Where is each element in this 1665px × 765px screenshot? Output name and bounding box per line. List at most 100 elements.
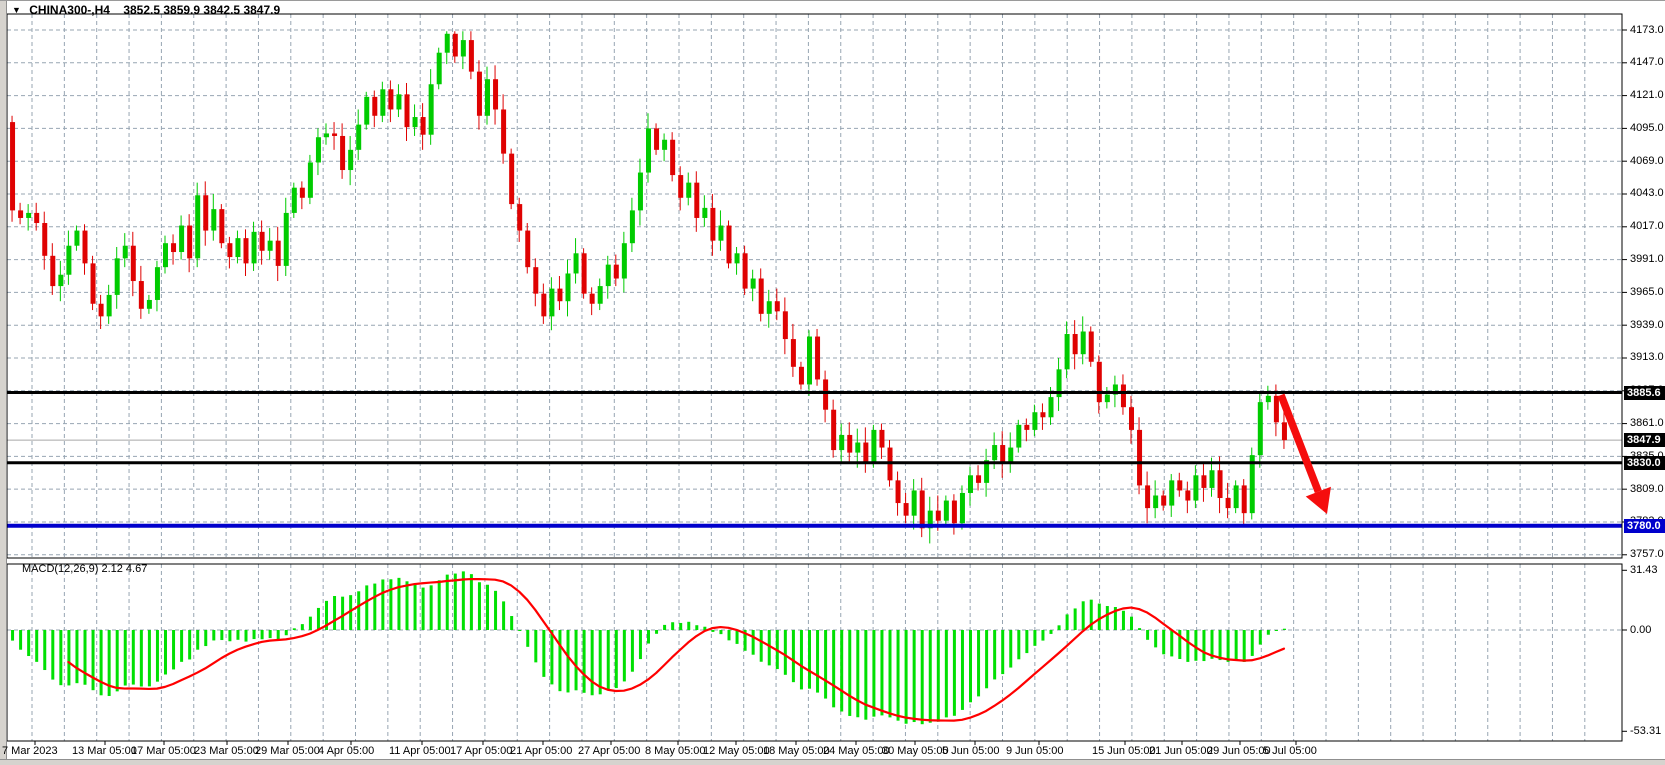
macd-histogram-bar bbox=[83, 630, 87, 685]
candle bbox=[1040, 412, 1046, 418]
macd-histogram-bar bbox=[1017, 630, 1021, 660]
candle bbox=[976, 475, 982, 483]
candle bbox=[742, 253, 748, 289]
candle bbox=[154, 267, 160, 300]
macd-histogram-bar bbox=[1154, 630, 1158, 648]
candle bbox=[903, 503, 909, 516]
macd-histogram-bar bbox=[1057, 625, 1061, 630]
candle bbox=[1225, 498, 1231, 509]
candle bbox=[348, 149, 354, 171]
macd-histogram-bar bbox=[1065, 614, 1069, 630]
candle bbox=[50, 255, 56, 287]
macd-histogram-bar bbox=[59, 630, 63, 686]
macd-histogram-bar bbox=[260, 630, 264, 640]
macd-histogram-bar bbox=[510, 616, 514, 630]
macd-histogram-bar bbox=[67, 630, 71, 686]
candle bbox=[1064, 334, 1070, 370]
candle bbox=[557, 288, 563, 302]
macd-histogram-bar bbox=[333, 596, 337, 630]
candle bbox=[525, 230, 531, 268]
price-tick-label: 3965.0 bbox=[1630, 285, 1664, 298]
macd-histogram-bar bbox=[11, 630, 15, 641]
macd-histogram-bar bbox=[75, 630, 79, 684]
candle bbox=[18, 210, 24, 218]
symbol-dropdown-icon[interactable]: ▼ bbox=[12, 5, 21, 15]
candle bbox=[1209, 470, 1215, 488]
macd-histogram-bar bbox=[1274, 630, 1278, 631]
candle bbox=[710, 207, 716, 241]
candle bbox=[509, 153, 515, 205]
macd-histogram-bar bbox=[172, 630, 176, 670]
price-tick-label: 3809.0 bbox=[1630, 482, 1664, 495]
macd-tick-label: 31.43 bbox=[1630, 563, 1658, 576]
macd-signal-line bbox=[67, 577, 1286, 722]
candle bbox=[90, 263, 96, 304]
macd-histogram-bar bbox=[365, 585, 369, 630]
candle bbox=[98, 303, 104, 317]
macd-histogram-bar bbox=[856, 630, 860, 718]
candle bbox=[1241, 485, 1247, 514]
candle bbox=[332, 133, 338, 136]
time-tick-label: 11 Apr 05:00 bbox=[389, 745, 451, 757]
time-tick-label: 5 Jul 05:00 bbox=[1263, 745, 1317, 757]
candle bbox=[364, 96, 370, 125]
macd-histogram-bar bbox=[896, 630, 900, 721]
macd-histogram-bar bbox=[131, 630, 135, 685]
candle bbox=[235, 238, 241, 258]
macd-histogram-bar bbox=[952, 630, 956, 716]
candle bbox=[485, 79, 490, 116]
candle bbox=[1273, 395, 1279, 423]
macd-histogram-bar bbox=[252, 630, 256, 640]
candle bbox=[541, 293, 547, 317]
macd-histogram-bar bbox=[494, 590, 498, 630]
candle bbox=[1193, 475, 1199, 501]
macd-histogram-bar bbox=[767, 630, 771, 666]
macd-histogram-bar bbox=[840, 630, 844, 712]
candle bbox=[428, 84, 434, 135]
chart-canvas[interactable] bbox=[0, 1, 1665, 765]
candle bbox=[501, 109, 507, 154]
macd-histogram-bar bbox=[1001, 630, 1005, 675]
candle bbox=[621, 243, 627, 279]
macd-histogram-bar bbox=[228, 630, 232, 642]
candle bbox=[629, 210, 635, 244]
candle bbox=[396, 94, 402, 110]
candle bbox=[1281, 422, 1287, 441]
macd-histogram-bar bbox=[904, 630, 908, 724]
price-tick-label: 4017.0 bbox=[1630, 220, 1664, 233]
candle bbox=[589, 293, 595, 304]
macd-histogram-bar bbox=[928, 630, 932, 723]
candle bbox=[58, 274, 64, 287]
macd-histogram-bar bbox=[437, 580, 441, 630]
macd-histogram-bar bbox=[799, 630, 803, 690]
time-tick-label: 29 Mar 05:00 bbox=[255, 745, 320, 757]
macd-histogram-bar bbox=[719, 630, 723, 635]
candle bbox=[267, 240, 273, 251]
macd-histogram-bar bbox=[1266, 630, 1270, 635]
macd-histogram-bar bbox=[550, 630, 554, 685]
macd-histogram-bar bbox=[180, 630, 184, 662]
candle bbox=[187, 225, 193, 259]
macd-histogram-bar bbox=[920, 630, 924, 725]
macd-histogram-bar bbox=[1121, 610, 1125, 630]
macd-histogram-bar bbox=[582, 630, 586, 693]
candle bbox=[1088, 331, 1094, 362]
candle bbox=[1233, 485, 1239, 509]
macd-histogram-bar bbox=[43, 630, 47, 671]
candle bbox=[1048, 397, 1054, 418]
candle bbox=[420, 117, 426, 135]
candle bbox=[493, 79, 499, 110]
macd-histogram-bar bbox=[598, 630, 602, 695]
macd-histogram-bar bbox=[212, 630, 216, 641]
candle bbox=[879, 429, 885, 448]
trading-chart-window: ▼ CHINA300-,H4 3852.5 3859.9 3842.5 3847… bbox=[0, 0, 1665, 765]
macd-histogram-bar bbox=[759, 630, 763, 662]
macd-histogram-bar bbox=[1170, 630, 1174, 657]
macd-histogram-bar bbox=[373, 583, 377, 630]
down-arrow-annotation-shaft[interactable] bbox=[1277, 393, 1322, 493]
candle bbox=[203, 195, 209, 231]
time-tick-label: 7 Mar 2023 bbox=[2, 745, 58, 757]
macd-histogram-bar bbox=[19, 630, 23, 650]
macd-histogram-bar bbox=[1234, 630, 1238, 661]
macd-histogram-bar bbox=[751, 630, 755, 655]
